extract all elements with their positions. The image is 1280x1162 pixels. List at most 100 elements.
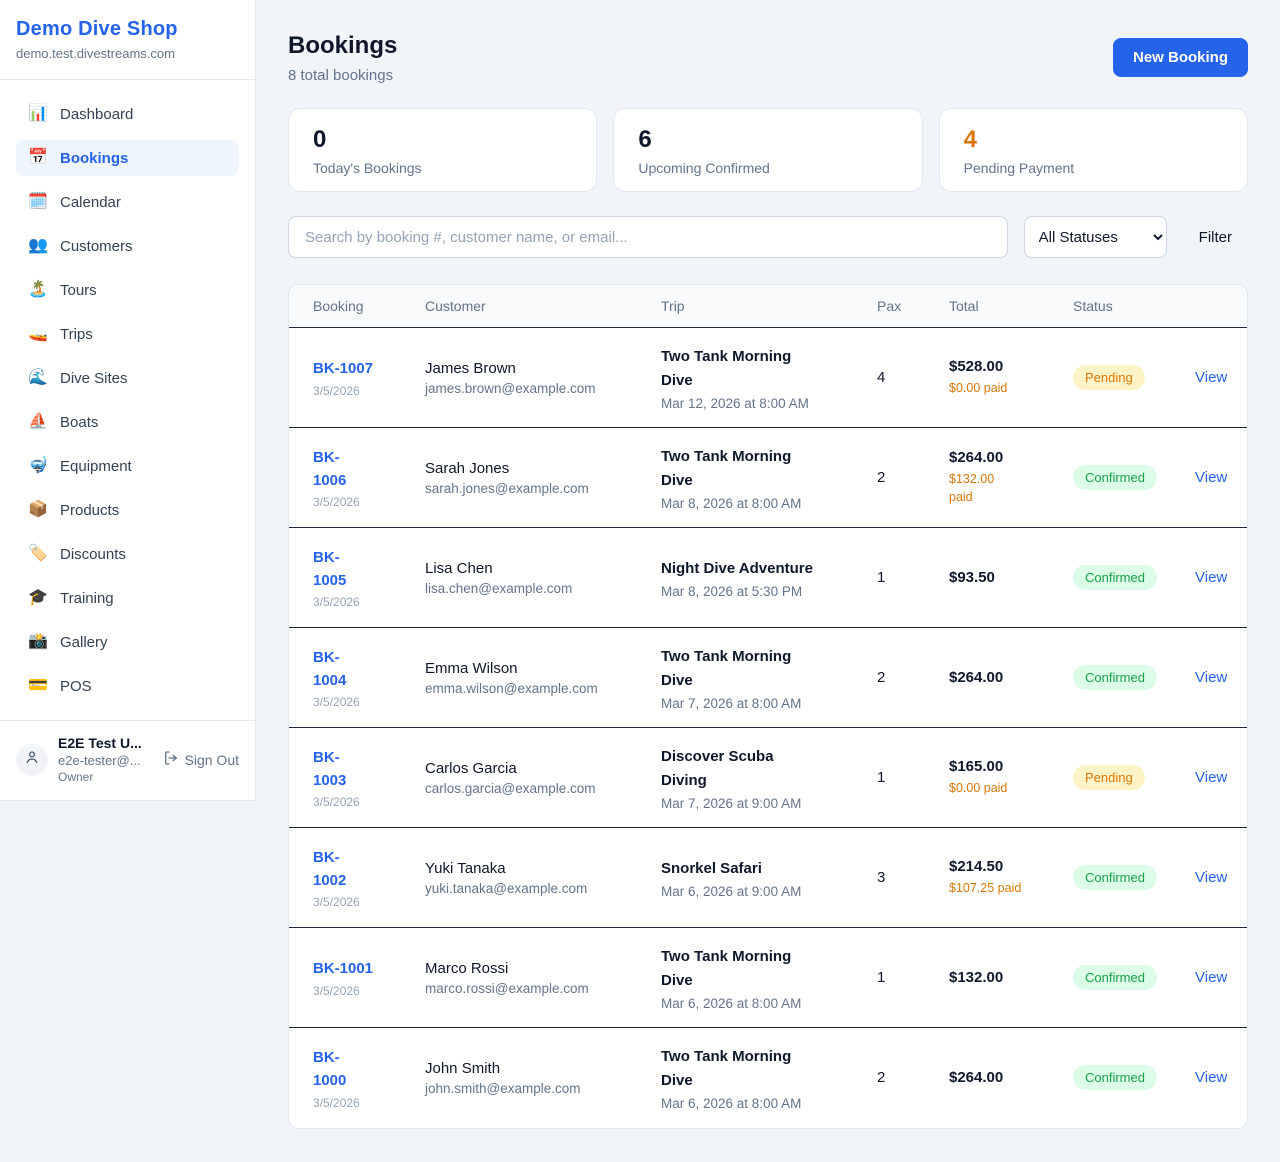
- sidebar-item-calendar[interactable]: 🗓️ Calendar: [16, 184, 239, 220]
- customer-name: Sarah Jones: [425, 460, 649, 477]
- booking-cell: BK-1004 3/5/2026: [289, 628, 425, 728]
- view-link[interactable]: View: [1195, 669, 1227, 686]
- customer-name: Yuki Tanaka: [425, 860, 649, 877]
- bookings-table-card: BookingCustomerTripPaxTotalStatus BK-100…: [288, 284, 1248, 1129]
- customer-email: sarah.jones@example.com: [425, 481, 649, 496]
- nav-icon: 🏝️: [28, 282, 48, 298]
- trip-cell: Two Tank MorningDive Mar 7, 2026 at 8:00…: [661, 628, 877, 728]
- total-cell: $264.00: [949, 628, 1073, 728]
- sidebar-item-discounts[interactable]: 🏷️ Discounts: [16, 536, 239, 572]
- booking-id-link[interactable]: BK-1001: [313, 957, 373, 980]
- status-cell: Pending: [1073, 328, 1195, 428]
- customer-name: Marco Rossi: [425, 960, 649, 977]
- trip-name: Two Tank MorningDive: [661, 645, 865, 693]
- sidebar-item-tours[interactable]: 🏝️ Tours: [16, 272, 239, 308]
- booking-id-link[interactable]: BK-1004: [313, 646, 346, 693]
- status-badge: Confirmed: [1073, 965, 1157, 990]
- sidebar-item-label: Equipment: [60, 458, 132, 475]
- booking-date: 3/5/2026: [313, 495, 413, 509]
- customer-name: Carlos Garcia: [425, 760, 649, 777]
- sidebar-item-dashboard[interactable]: 📊 Dashboard: [16, 96, 239, 132]
- trip-name: Night Dive Adventure: [661, 557, 865, 581]
- trip-datetime: Mar 6, 2026 at 8:00 AM: [661, 1096, 865, 1111]
- new-booking-button[interactable]: New Booking: [1113, 38, 1248, 77]
- sidebar-item-pos[interactable]: 💳 POS: [16, 668, 239, 704]
- pax-value: 4: [877, 369, 885, 386]
- booking-id-link[interactable]: BK-1007: [313, 357, 373, 380]
- view-link[interactable]: View: [1195, 469, 1227, 486]
- booking-date: 3/5/2026: [313, 695, 413, 709]
- booking-date: 3/5/2026: [313, 795, 413, 809]
- booking-id-link[interactable]: BK-1002: [313, 846, 346, 893]
- booking-cell: BK-1006 3/5/2026: [289, 428, 425, 528]
- bookings-table: BookingCustomerTripPaxTotalStatus BK-100…: [289, 285, 1247, 1128]
- sidebar-item-bookings[interactable]: 📅 Bookings: [16, 140, 239, 176]
- pax-cell: 1: [877, 528, 949, 628]
- trip-cell: Discover ScubaDiving Mar 7, 2026 at 9:00…: [661, 728, 877, 828]
- sidebar-item-products[interactable]: 📦 Products: [16, 492, 239, 528]
- total-amount: $264.00: [949, 449, 1061, 466]
- status-cell: Pending: [1073, 728, 1195, 828]
- table-row: BK-1003 3/5/2026 Carlos Garcia carlos.ga…: [289, 728, 1247, 828]
- booking-id-link[interactable]: BK-1005: [313, 546, 346, 593]
- stat-card: 4 Pending Payment: [939, 108, 1248, 192]
- sidebar-item-gallery[interactable]: 📸 Gallery: [16, 624, 239, 660]
- pax-cell: 2: [877, 628, 949, 728]
- sidebar-item-dive-sites[interactable]: 🌊 Dive Sites: [16, 360, 239, 396]
- booking-cell: BK-1005 3/5/2026: [289, 528, 425, 628]
- stat-card: 0 Today's Bookings: [288, 108, 597, 192]
- view-link[interactable]: View: [1195, 569, 1227, 586]
- trip-name: Two Tank MorningDive: [661, 345, 865, 393]
- sidebar-item-label: Tours: [60, 282, 97, 299]
- action-cell: View: [1195, 928, 1247, 1028]
- customer-cell: Sarah Jones sarah.jones@example.com: [425, 428, 661, 528]
- brand-name: Demo Dive Shop: [16, 18, 239, 41]
- view-link[interactable]: View: [1195, 869, 1227, 886]
- column-header-trip: Trip: [661, 285, 877, 328]
- view-link[interactable]: View: [1195, 769, 1227, 786]
- pax-value: 2: [877, 469, 885, 486]
- sidebar: Demo Dive Shop demo.test.divestreams.com…: [0, 0, 256, 801]
- customer-name: John Smith: [425, 1060, 649, 1077]
- brand: Demo Dive Shop demo.test.divestreams.com: [0, 0, 255, 80]
- nav-icon: 🏷️: [28, 546, 48, 562]
- booking-id-link[interactable]: BK-1006: [313, 446, 346, 493]
- table-controls: All Statuses Filter: [288, 216, 1248, 258]
- status-badge: Pending: [1073, 765, 1145, 790]
- pax-cell: 2: [877, 428, 949, 528]
- view-link[interactable]: View: [1195, 1069, 1227, 1086]
- nav-icon: 🚤: [28, 326, 48, 342]
- status-filter-select[interactable]: All Statuses: [1024, 216, 1167, 258]
- customer-email: lisa.chen@example.com: [425, 581, 649, 596]
- table-row: BK-1002 3/5/2026 Yuki Tanaka yuki.tanaka…: [289, 828, 1247, 928]
- action-cell: View: [1195, 628, 1247, 728]
- booking-id-link[interactable]: BK-1003: [313, 746, 346, 793]
- sidebar-item-customers[interactable]: 👥 Customers: [16, 228, 239, 264]
- sidebar-item-equipment[interactable]: 🤿 Equipment: [16, 448, 239, 484]
- table-row: BK-1005 3/5/2026 Lisa Chen lisa.chen@exa…: [289, 528, 1247, 628]
- page-title: Bookings: [288, 32, 397, 60]
- view-link[interactable]: View: [1195, 969, 1227, 986]
- sidebar-item-boats[interactable]: ⛵ Boats: [16, 404, 239, 440]
- booking-date: 3/5/2026: [313, 384, 413, 398]
- action-cell: View: [1195, 728, 1247, 828]
- view-link[interactable]: View: [1195, 369, 1227, 386]
- customer-cell: Yuki Tanaka yuki.tanaka@example.com: [425, 828, 661, 928]
- nav-icon: 💳: [28, 678, 48, 694]
- sidebar-item-trips[interactable]: 🚤 Trips: [16, 316, 239, 352]
- total-cell: $165.00 $0.00 paid: [949, 728, 1073, 828]
- sign-out-button[interactable]: Sign Out: [163, 750, 239, 769]
- booking-id-link[interactable]: BK-1000: [313, 1046, 346, 1093]
- column-header-booking: Booking: [289, 285, 425, 328]
- trip-name: Discover ScubaDiving: [661, 745, 865, 793]
- paid-amount: $0.00 paid: [949, 779, 1061, 797]
- sidebar-item-training[interactable]: 🎓 Training: [16, 580, 239, 616]
- total-cell: $132.00: [949, 928, 1073, 1028]
- trip-name: Two Tank MorningDive: [661, 1045, 865, 1093]
- status-cell: Confirmed: [1073, 928, 1195, 1028]
- filter-button[interactable]: Filter: [1183, 229, 1248, 246]
- table-header: BookingCustomerTripPaxTotalStatus: [289, 285, 1247, 328]
- search-input[interactable]: [288, 216, 1008, 258]
- booking-date: 3/5/2026: [313, 895, 413, 909]
- main-content: Bookings 8 total bookings New Booking 0 …: [256, 0, 1280, 1161]
